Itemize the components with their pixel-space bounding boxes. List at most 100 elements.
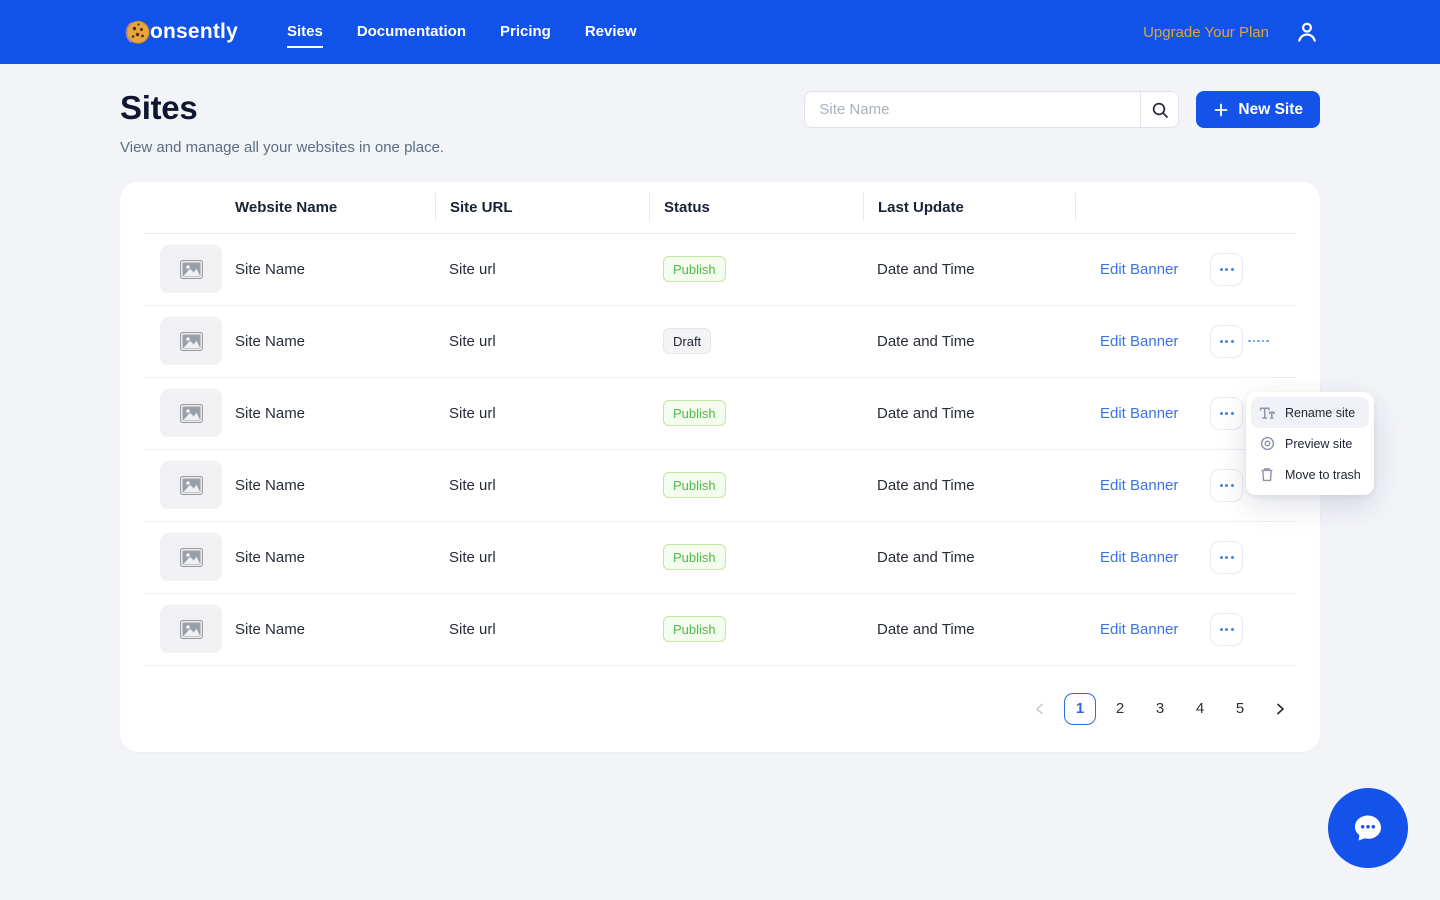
row-context-menu: Rename site Preview site Move to trash <box>1246 392 1374 495</box>
column-site-url: Site URL <box>435 193 649 222</box>
last-update: Date and Time <box>877 476 975 494</box>
new-site-label: New Site <box>1238 100 1303 118</box>
trash-icon <box>1259 467 1275 482</box>
pagination-prev-button[interactable] <box>1024 693 1056 725</box>
ellipsis-icon <box>1219 555 1223 559</box>
image-placeholder-icon <box>179 475 204 496</box>
status-cell: Publish <box>649 256 863 283</box>
thumb-cell <box>144 389 235 438</box>
site-url: Site url <box>449 260 496 278</box>
plus-icon <box>1213 102 1229 118</box>
menu-item-rename-site[interactable]: Rename site <box>1251 397 1369 428</box>
row-menu-button[interactable] <box>1210 324 1244 358</box>
status-badge: Publish <box>663 544 726 571</box>
table-row-3: Site Name Site url Publish Date and Time… <box>144 450 1296 522</box>
status-badge: Publish <box>663 400 726 427</box>
image-placeholder-icon <box>179 403 204 424</box>
nav-item-0[interactable]: Sites <box>286 16 323 48</box>
edit-banner-link[interactable]: Edit Banner <box>1100 261 1178 278</box>
chat-widget-button[interactable] <box>1328 788 1408 868</box>
nav-item-2[interactable]: Pricing <box>500 16 551 48</box>
table-header-row: Website Name Site URL Status Last Update <box>144 182 1296 234</box>
row-menu-button[interactable] <box>1210 252 1244 286</box>
edit-banner-link[interactable]: Edit Banner <box>1100 621 1178 638</box>
last-update: Date and Time <box>877 260 975 278</box>
search-input[interactable] <box>805 92 1141 127</box>
user-icon <box>1294 19 1320 45</box>
table-row-2: Site Name Site url Publish Date and Time… <box>144 378 1296 450</box>
pagination-page-2[interactable]: 3 <box>1144 693 1176 725</box>
status-cell: Publish <box>649 472 863 499</box>
image-placeholder-icon <box>179 547 204 568</box>
site-name: Site Name <box>235 620 306 638</box>
thumb-cell <box>144 461 235 510</box>
search-button[interactable] <box>1140 92 1179 127</box>
column-last-update: Last Update <box>863 193 1075 222</box>
pagination-page-1[interactable]: 2 <box>1104 693 1136 725</box>
page-controls: New Site <box>804 91 1320 128</box>
actions-cell: Edit Banner <box>1075 252 1296 286</box>
edit-banner-link[interactable]: Edit Banner <box>1100 549 1178 566</box>
pagination-page-4[interactable]: 5 <box>1224 693 1256 725</box>
menu-item-move-to-trash[interactable]: Move to trash <box>1251 459 1369 490</box>
status-cell: Draft <box>649 328 863 355</box>
new-site-button[interactable]: New Site <box>1196 91 1320 128</box>
actions-cell: Edit Banner <box>1075 324 1296 358</box>
site-thumbnail <box>160 317 222 366</box>
site-url: Site url <box>449 476 496 494</box>
site-name: Site Name <box>235 260 306 278</box>
menu-item-preview-site[interactable]: Preview site <box>1251 428 1369 459</box>
site-name: Site Name <box>235 404 306 422</box>
search-icon <box>1151 101 1169 119</box>
site-url: Site url <box>449 404 496 422</box>
site-thumbnail <box>160 389 222 438</box>
last-update: Date and Time <box>877 332 975 350</box>
app-logo[interactable]: onsently <box>122 17 238 47</box>
site-search <box>804 91 1180 128</box>
status-badge: Publish <box>663 256 726 283</box>
nav-item-3[interactable]: Review <box>585 16 637 48</box>
status-cell: Publish <box>649 544 863 571</box>
pagination-page-0[interactable]: 1 <box>1064 692 1096 725</box>
site-name: Site Name <box>235 476 306 494</box>
row-menu-button[interactable] <box>1210 540 1244 574</box>
status-badge: Draft <box>663 328 712 355</box>
row-menu-button[interactable] <box>1210 612 1244 646</box>
chevron-right-icon <box>1273 702 1287 716</box>
pagination-page-3[interactable]: 4 <box>1184 693 1216 725</box>
edit-banner-link[interactable]: Edit Banner <box>1100 333 1178 350</box>
text-icon <box>1259 406 1275 420</box>
status-badge: Publish <box>663 616 726 643</box>
site-thumbnail <box>160 245 222 294</box>
pagination-next-button[interactable] <box>1264 693 1296 725</box>
thumb-cell <box>144 245 235 294</box>
eye-icon <box>1259 436 1275 451</box>
logo-text: onsently <box>150 20 238 43</box>
ellipsis-icon <box>1219 411 1223 415</box>
user-account-button[interactable] <box>1294 19 1320 45</box>
app-header: onsently Sites Documentation Pricing Rev… <box>0 0 1440 64</box>
table-row-1: Site Name Site url Draft Date and Time E… <box>144 306 1296 378</box>
edit-banner-link[interactable]: Edit Banner <box>1100 477 1178 494</box>
table-row-5: Site Name Site url Publish Date and Time… <box>144 594 1296 666</box>
ellipsis-icon <box>1219 267 1223 271</box>
site-thumbnail <box>160 605 222 654</box>
column-actions <box>1075 193 1296 222</box>
row-menu-button[interactable] <box>1210 468 1244 502</box>
upgrade-plan-link[interactable]: Upgrade Your Plan <box>1143 24 1269 41</box>
actions-cell: Edit Banner <box>1075 540 1296 574</box>
pagination: 1 2 3 4 5 <box>144 666 1296 752</box>
thumb-cell <box>144 605 235 654</box>
nav-item-1[interactable]: Documentation <box>357 16 466 48</box>
chevron-left-icon <box>1033 702 1047 716</box>
status-cell: Publish <box>649 616 863 643</box>
edit-banner-link[interactable]: Edit Banner <box>1100 405 1178 422</box>
page-title: Sites <box>120 89 198 126</box>
page-subtitle: View and manage all your websites in one… <box>120 138 445 156</box>
site-name: Site Name <box>235 548 306 566</box>
row-menu-button[interactable] <box>1210 396 1244 430</box>
column-status: Status <box>649 193 863 222</box>
status-badge: Publish <box>663 472 726 499</box>
status-cell: Publish <box>649 400 863 427</box>
cookie-icon <box>122 17 152 47</box>
